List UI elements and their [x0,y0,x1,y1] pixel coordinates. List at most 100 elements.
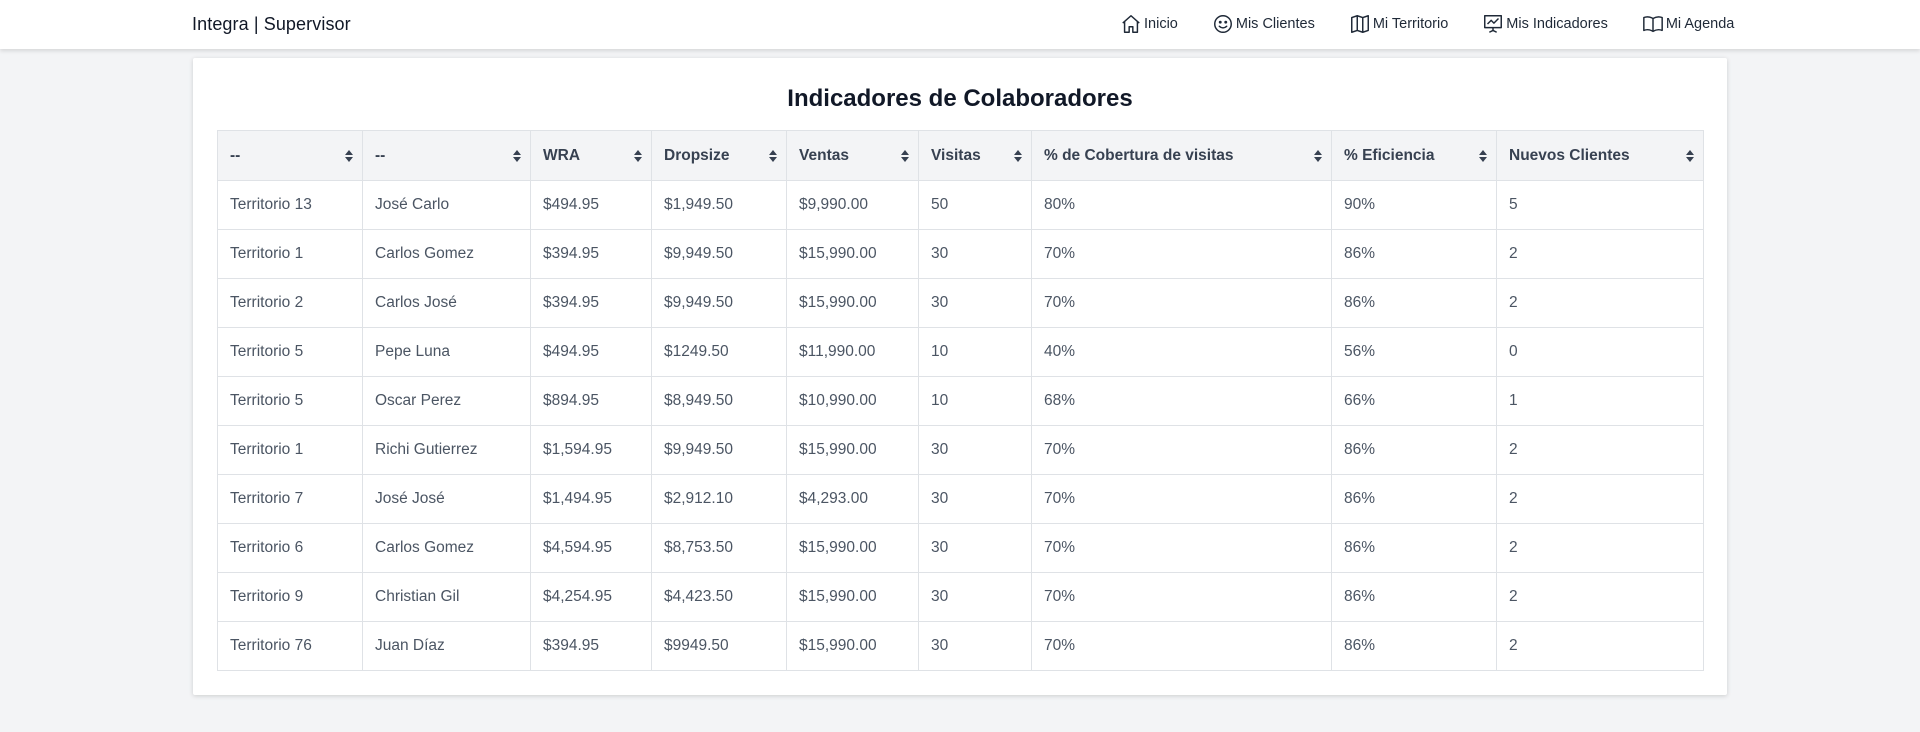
table-cell: 86% [1331,474,1497,524]
column-header[interactable]: % de Cobertura de visitas [1031,130,1332,181]
sort-icon [1479,149,1487,162]
table-cell: Christian Gil [362,572,531,622]
column-header[interactable]: -- [362,130,531,181]
table-cell: $8,949.50 [651,376,787,426]
table-cell: 40% [1031,327,1332,377]
sort-icon [1014,149,1022,162]
table-cell: Carlos Gomez [362,229,531,279]
table-cell: $494.95 [530,180,652,230]
table-cell: $1,594.95 [530,425,652,475]
table-cell: 2 [1496,474,1704,524]
table-row[interactable]: Territorio 5 Oscar Perez $894.95 $8,949.50 $… [217,376,1704,426]
table-cell: 86% [1331,425,1497,475]
table-body: Territorio 13 José Carlo $494.95 $1,949.50 $… [217,180,1704,671]
column-header[interactable]: Nuevos Clientes [1496,130,1704,181]
table-cell: 2 [1496,278,1704,328]
table-cell: Territorio 7 [217,474,363,524]
nav-link-label: Inicio [1144,16,1178,32]
table-cell: 70% [1031,229,1332,279]
table-cell: Carlos José [362,278,531,328]
table-cell: $394.95 [530,229,652,279]
table-cell: Juan Díaz [362,621,531,671]
column-header-label: WRA [543,146,581,164]
table-cell: $2,912.10 [651,474,787,524]
home-icon [1122,15,1140,33]
column-header[interactable]: Dropsize [651,130,787,181]
nav-link-mi-agenda[interactable]: Mi Agenda [1642,13,1735,35]
book-icon [1642,16,1663,33]
table-cell: $15,990.00 [786,229,919,279]
brand-title[interactable]: Integra | Supervisor [192,14,351,35]
column-header-label: -- [230,146,241,164]
table-cell: 90% [1331,180,1497,230]
table-cell: 86% [1331,572,1497,622]
table-cell: 70% [1031,621,1332,671]
table-cell: $394.95 [530,278,652,328]
table-cell: Territorio 5 [217,376,363,426]
table-cell: Pepe Luna [362,327,531,377]
table-cell: $1,494.95 [530,474,652,524]
table-cell: 2 [1496,523,1704,573]
nav-link-mis-clientes[interactable]: Mis Clientes [1212,13,1315,35]
table-row[interactable]: Territorio 13 José Carlo $494.95 $1,949.50 $… [217,180,1704,230]
table-row[interactable]: Territorio 1 Carlos Gomez $394.95 $9,949.50… [217,229,1704,279]
column-header[interactable]: % Eficiencia [1331,130,1497,181]
nav-links: Inicio Mis Clientes Mi Territorio Mis In… [1120,12,1734,36]
table-cell: 56% [1331,327,1497,377]
table-cell: $8,753.50 [651,523,787,573]
table-cell: 80% [1031,180,1332,230]
sort-icon [634,149,642,162]
table-cell: $4,293.00 [786,474,919,524]
map-icon [1350,15,1369,33]
nav-link-mi-territorio[interactable]: Mi Territorio [1349,13,1448,35]
nav-link-inicio[interactable]: Inicio [1120,13,1178,35]
table-cell: $9,949.50 [651,229,787,279]
column-header[interactable]: Ventas [786,130,919,181]
table-cell: 70% [1031,572,1332,622]
table-cell: Territorio 1 [217,229,363,279]
table-row[interactable]: Territorio 1 Richi Gutierrez $1,594.95 $9,9… [217,425,1704,475]
table-cell: Richi Gutierrez [362,425,531,475]
table-cell: $15,990.00 [786,425,919,475]
table-row[interactable]: Territorio 76 Juan Díaz $394.95 $9949.50 $15… [217,621,1704,671]
table-cell: 0 [1496,327,1704,377]
table-cell: $15,990.00 [786,572,919,622]
column-header[interactable]: Visitas [918,130,1032,181]
table-cell: 86% [1331,229,1497,279]
table-cell: 68% [1031,376,1332,426]
table-cell: Territorio 13 [217,180,363,230]
column-header[interactable]: WRA [530,130,652,181]
sort-icon [901,149,909,162]
table-cell: $9,990.00 [786,180,919,230]
table-cell: José Carlo [362,180,531,230]
table-cell: 10 [918,376,1032,426]
table-cell: 86% [1331,523,1497,573]
table-cell: $1,949.50 [651,180,787,230]
table-cell: 66% [1331,376,1497,426]
smiley-icon [1213,15,1232,33]
table-row[interactable]: Territorio 9 Christian Gil $4,254.95 $4,423… [217,572,1704,622]
table-row[interactable]: Territorio 6 Carlos Gomez $4,594.95 $8,753.… [217,523,1704,573]
table-cell: 70% [1031,474,1332,524]
table-cell: Oscar Perez [362,376,531,426]
nav-link-label: Mi Agenda [1665,16,1735,32]
column-header-label: % Eficiencia [1344,146,1435,164]
table-cell: Territorio 2 [217,278,363,328]
table-cell: $894.95 [530,376,652,426]
indicators-card: Indicadores de Colaboradores -- -- WRA Drop… [193,58,1727,695]
table-row[interactable]: Territorio 7 José José $1,494.95 $2,912.10 $… [217,474,1704,524]
table-cell: 2 [1496,425,1704,475]
table-cell: 1 [1496,376,1704,426]
table-cell: $9949.50 [651,621,787,671]
table-row[interactable]: Territorio 5 Pepe Luna $494.95 $1249.50 $11,… [217,327,1704,377]
sort-icon [1686,149,1694,162]
table-cell: $494.95 [530,327,652,377]
table-cell: 86% [1331,278,1497,328]
table-cell: José José [362,474,531,524]
column-header[interactable]: -- [217,130,363,181]
table-cell: 30 [918,425,1032,475]
table-row[interactable]: Territorio 2 Carlos José $394.95 $9,949.50 $… [217,278,1704,328]
column-header-label: Visitas [931,146,981,164]
column-header-label: Dropsize [664,146,730,164]
nav-link-mis-indicadores[interactable]: Mis Indicadores [1482,13,1608,35]
